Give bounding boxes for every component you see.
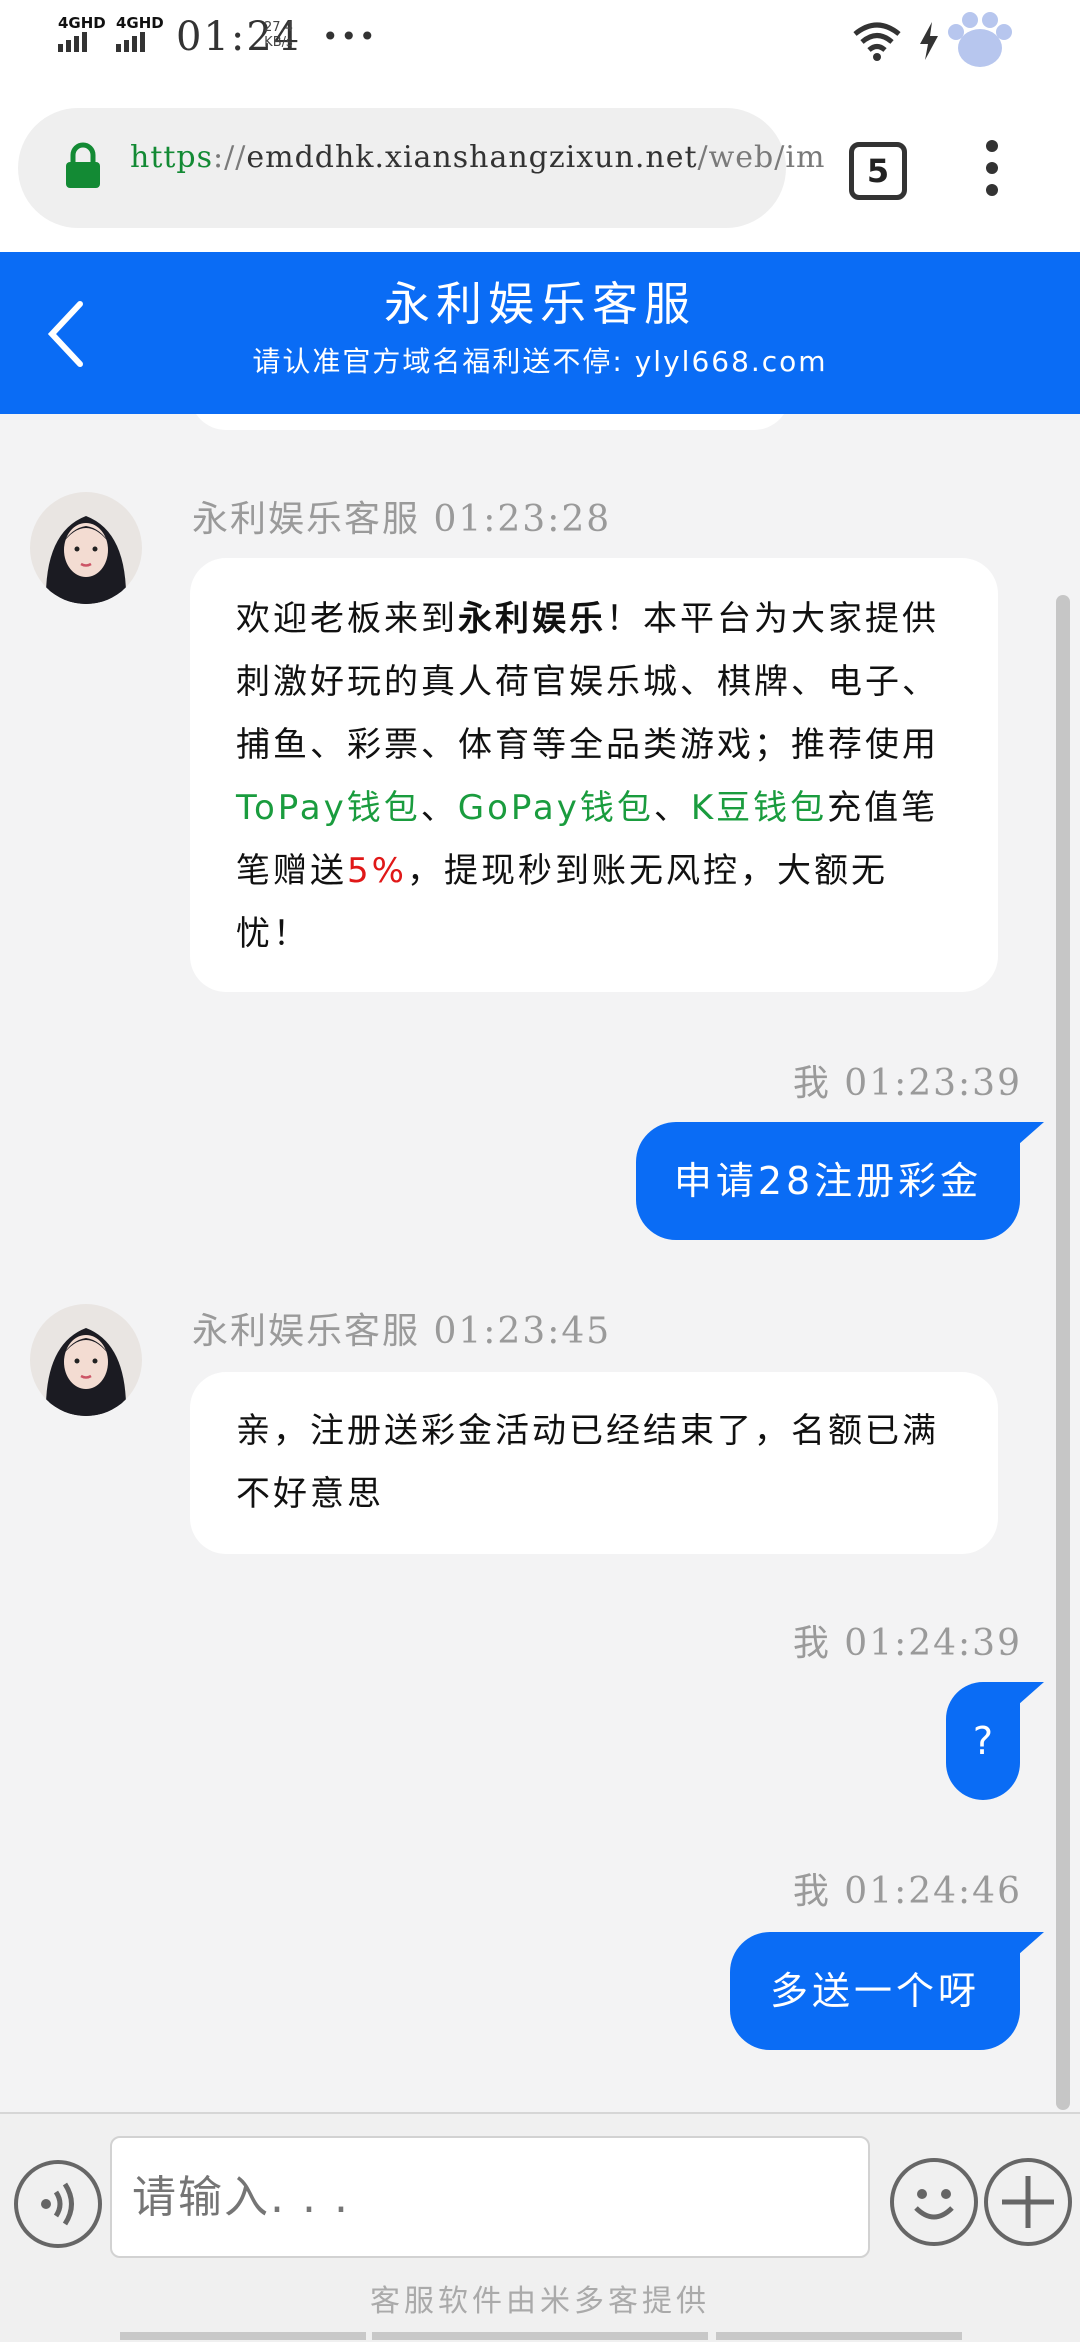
nav-bar-segment bbox=[716, 2332, 962, 2340]
url-separator: :// bbox=[213, 140, 247, 175]
network-speed-unit: KB/s bbox=[264, 35, 293, 50]
nav-bar-segment bbox=[372, 2332, 708, 2340]
network-type-2: 4GHD bbox=[116, 14, 164, 32]
message-bubble-outgoing: ? bbox=[946, 1682, 1020, 1800]
status-more: ••• bbox=[322, 20, 378, 53]
plus-icon bbox=[1002, 2176, 1054, 2228]
chat-title-overlay: 永利娱乐客服 bbox=[384, 277, 696, 331]
chat-scrollbar[interactable] bbox=[1056, 595, 1070, 2110]
emoji-icon bbox=[914, 2189, 954, 2220]
url-text[interactable]: https://emddhk.xianshangzixun.net/web/im bbox=[130, 140, 825, 175]
attach-button[interactable] bbox=[984, 2158, 1072, 2246]
battery-paw-icon bbox=[948, 12, 1012, 67]
tab-switcher-button[interactable]: 5 bbox=[849, 142, 907, 200]
network-speed: 27.4 KB/s bbox=[264, 20, 293, 50]
signal-1: 4GHD bbox=[58, 14, 106, 52]
signal-2: 4GHD bbox=[116, 14, 164, 52]
welcome-text-1: 欢迎老板来到 bbox=[236, 599, 458, 639]
charging-icon bbox=[920, 22, 938, 60]
url-path: /web/im bbox=[697, 140, 826, 175]
signal-bars-2 bbox=[116, 32, 164, 52]
wallet-link-kdou[interactable]: K豆钱包 bbox=[691, 788, 827, 828]
bubble-tail bbox=[1010, 1932, 1044, 1962]
message-meta: 我 01:24:39 bbox=[792, 1623, 1022, 1664]
wifi-icon bbox=[853, 22, 901, 61]
network-speed-value: 27.4 bbox=[264, 20, 293, 35]
bubble-tail bbox=[1010, 1122, 1044, 1152]
lock-icon bbox=[66, 142, 100, 188]
welcome-brand: 永利娱乐 bbox=[458, 599, 606, 639]
message-meta: 我 01:24:46 bbox=[792, 1871, 1022, 1912]
network-type-1: 4GHD bbox=[58, 14, 106, 32]
powered-by-footer: 客服软件由米多客提供 bbox=[370, 2284, 710, 2319]
voice-button[interactable] bbox=[14, 2160, 102, 2248]
message-meta: 永利娱乐客服 01:23:45 bbox=[192, 1311, 612, 1352]
agent-avatar bbox=[30, 1304, 142, 1416]
nav-bar-segment bbox=[120, 2332, 366, 2340]
message-bubble-outgoing: 多送一个呀 bbox=[730, 1932, 1020, 2050]
bonus-percent: 5% bbox=[347, 851, 407, 891]
bubble-tail bbox=[1010, 1682, 1044, 1712]
message-meta: 永利娱乐客服 01:23:28 bbox=[192, 499, 612, 540]
separator-1: 、 bbox=[420, 788, 458, 828]
message-bubble-welcome: 欢迎老板来到永利娱乐！本平台为大家提供刺激好玩的真人荷官娱乐城、棋牌、电子、捕鱼… bbox=[190, 558, 998, 992]
chat-subtitle-overlay: 请认准官方域名福利送不停: ylyl668.com bbox=[252, 345, 828, 378]
voice-icon bbox=[41, 2182, 74, 2226]
agent-avatar bbox=[30, 492, 142, 604]
separator-2: 、 bbox=[653, 788, 691, 828]
emoji-button[interactable] bbox=[890, 2158, 978, 2246]
message-bubble-outgoing: 申请28注册彩金 bbox=[636, 1122, 1020, 1240]
signal-bars-1 bbox=[58, 32, 106, 52]
url-host: emddhk.xianshangzixun.net bbox=[246, 140, 698, 175]
more-vert-icon[interactable] bbox=[984, 140, 1000, 196]
wallet-link-topay[interactable]: ToPay钱包 bbox=[236, 788, 421, 828]
message-bubble-incoming: 亲，注册送彩金活动已经结束了，名额已满不好意思 bbox=[190, 1372, 998, 1554]
back-icon[interactable] bbox=[42, 298, 92, 370]
wallet-link-gopay[interactable]: GoPay钱包 bbox=[458, 788, 654, 828]
url-scheme: https bbox=[130, 140, 214, 175]
message-meta: 我 01:23:39 bbox=[792, 1063, 1022, 1104]
message-input[interactable] bbox=[110, 2136, 870, 2258]
